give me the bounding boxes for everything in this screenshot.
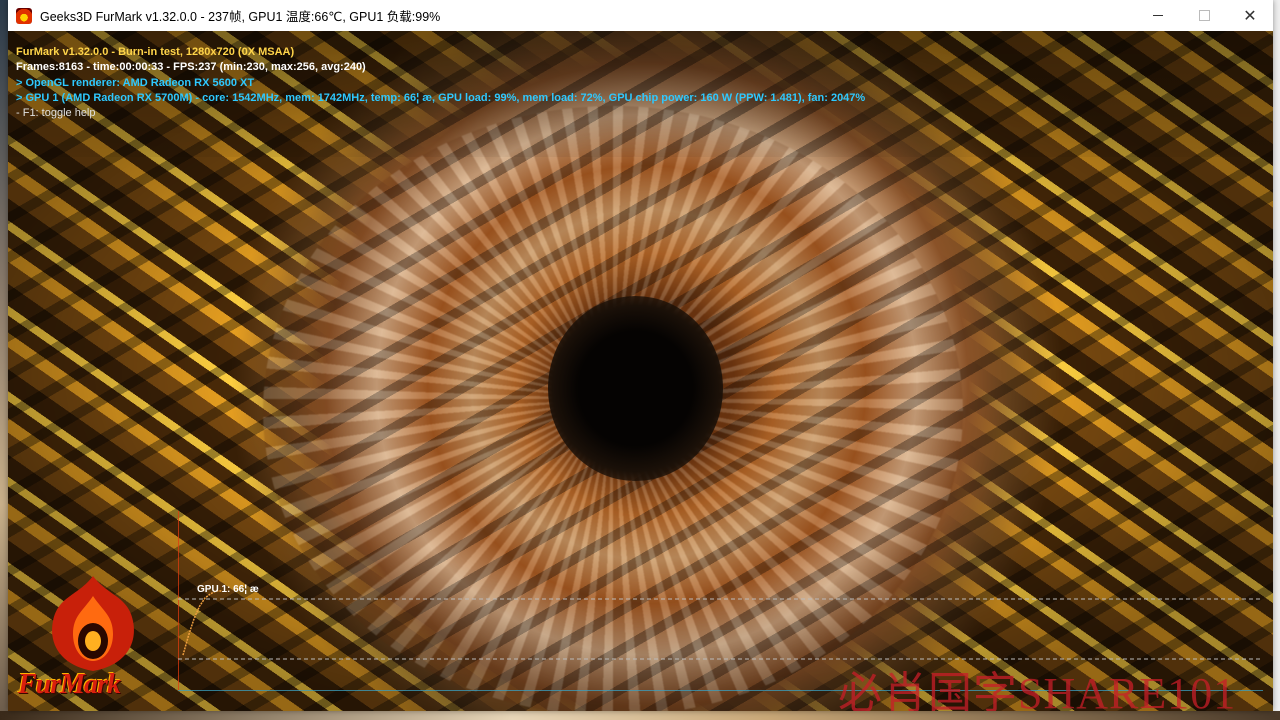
desktop-background-left xyxy=(0,0,8,720)
hud-gpu-line: > GPU 1 (AMD Radeon RX 5700M) - core: 15… xyxy=(16,91,866,104)
close-icon: ✕ xyxy=(1243,7,1257,25)
close-button[interactable]: ✕ xyxy=(1227,0,1273,31)
hud-stats-line: Frames:8163 - time:00:00:33 - FPS:237 (m… xyxy=(16,61,366,74)
furmark-logo-text: FurMark xyxy=(18,669,121,700)
hud-renderer-line: > OpenGL renderer: AMD Radeon RX 5600 XT xyxy=(16,76,255,89)
render-viewport[interactable]: FurMark v1.32.0.0 - Burn-in test, 1280x7… xyxy=(8,31,1273,711)
hud-help-line: - F1: toggle help xyxy=(16,107,96,120)
minimize-icon xyxy=(1153,15,1163,16)
hud-overlay: FurMark v1.32.0.0 - Burn-in test, 1280x7… xyxy=(16,45,865,121)
desktop-background-bottom xyxy=(0,711,1280,720)
window-title: Geeks3D FurMark v1.32.0.0 - 237帧, GPU1 温… xyxy=(40,10,441,24)
temperature-line xyxy=(182,590,222,656)
furmark-window: Geeks3D FurMark v1.32.0.0 - 237帧, GPU1 温… xyxy=(8,0,1273,711)
maximize-icon xyxy=(1198,10,1210,21)
graph-gpu-temp-label: GPU 1: 66¦ æ xyxy=(197,584,259,595)
furmark-app-icon[interactable] xyxy=(16,7,32,24)
title-bar[interactable]: Geeks3D FurMark v1.32.0.0 - 237帧, GPU1 温… xyxy=(8,0,1273,31)
fur-donut-center xyxy=(548,296,723,481)
watermark-text: 必肖国字SHARE101 xyxy=(838,669,1237,711)
hud-title-line: FurMark v1.32.0.0 - Burn-in test, 1280x7… xyxy=(16,46,295,58)
minimize-button[interactable] xyxy=(1135,0,1181,31)
maximize-button[interactable] xyxy=(1181,0,1227,31)
